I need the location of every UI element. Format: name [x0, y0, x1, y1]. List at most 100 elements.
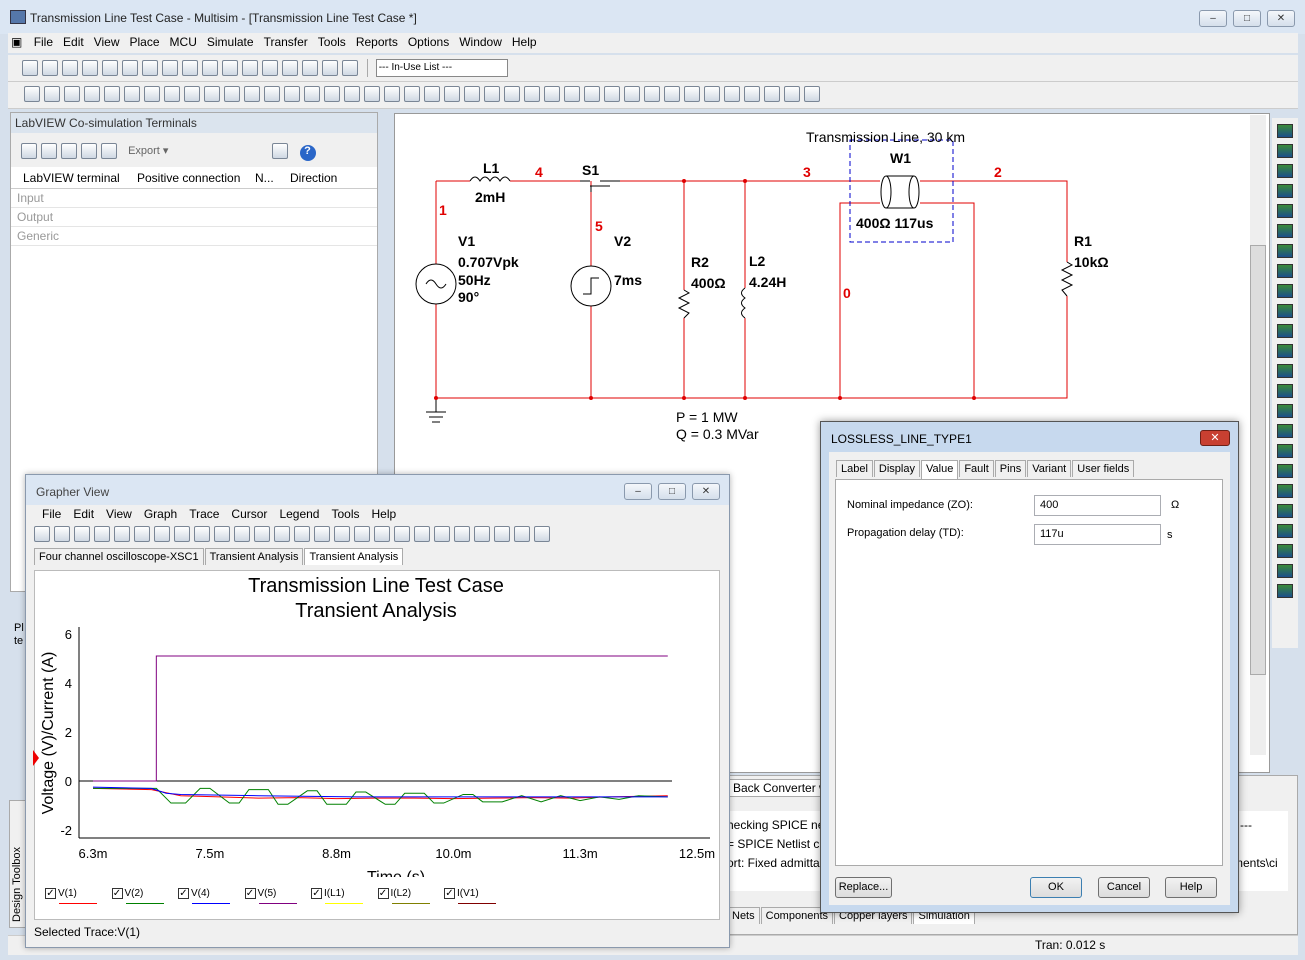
save-icon[interactable] [82, 60, 98, 76]
toolbar-icon[interactable] [664, 86, 680, 102]
toolbar-icon[interactable] [514, 526, 530, 542]
component-wizard-icon[interactable] [342, 60, 358, 76]
instrument-icon[interactable] [1277, 484, 1293, 498]
toolbar-icon[interactable] [684, 86, 700, 102]
toolbar-icon[interactable] [534, 526, 550, 542]
instrument-icon[interactable] [1277, 584, 1293, 598]
legend-checkbox[interactable]: ✓ [111, 888, 123, 899]
tab-label[interactable]: Label [836, 460, 873, 477]
toolbar-icon[interactable] [434, 526, 450, 542]
toolbar-icon[interactable] [424, 86, 440, 102]
toolbar-icon[interactable] [724, 86, 740, 102]
toolbar-icon[interactable] [84, 86, 100, 102]
toolbar-icon[interactable] [164, 86, 180, 102]
print-icon[interactable] [102, 60, 118, 76]
toolbar-icon[interactable] [304, 86, 320, 102]
instrument-icon[interactable] [1277, 204, 1293, 218]
toolbar-icon[interactable] [154, 526, 170, 542]
instrument-icon[interactable] [1277, 364, 1293, 378]
row-output[interactable]: Output [11, 208, 377, 227]
gmenu-legend[interactable]: Legend [273, 505, 325, 523]
open-icon[interactable] [42, 60, 58, 76]
toolbar-icon[interactable] [44, 86, 60, 102]
minimize-button[interactable]: – [1199, 10, 1227, 27]
menu-edit[interactable]: Edit [58, 33, 89, 51]
toolbar-icon[interactable] [314, 526, 330, 542]
gmenu-cursor[interactable]: Cursor [225, 505, 273, 523]
instrument-icon[interactable] [1277, 564, 1293, 578]
toolbar-icon[interactable] [324, 86, 340, 102]
copy-icon[interactable] [162, 60, 178, 76]
new-icon[interactable] [22, 60, 38, 76]
toolbar-icon[interactable] [204, 86, 220, 102]
col-labview-terminal[interactable]: LabVIEW terminal [11, 167, 131, 188]
toolbar-icon[interactable] [394, 526, 410, 542]
database-icon[interactable] [322, 60, 338, 76]
gmenu-help[interactable]: Help [366, 505, 403, 523]
toolbar-icon[interactable] [284, 86, 300, 102]
toolbar-icon[interactable] [564, 86, 580, 102]
toolbar-icon[interactable] [384, 86, 400, 102]
col-direction[interactable]: Direction [284, 167, 337, 188]
instrument-icon[interactable] [1277, 424, 1293, 438]
tab-pins[interactable]: Pins [994, 460, 1027, 477]
toolbar-icon[interactable] [504, 86, 520, 102]
toolbar-icon[interactable] [194, 526, 210, 542]
legend-checkbox[interactable]: ✓ [244, 888, 256, 899]
help-button[interactable]: Help [1165, 877, 1217, 898]
cut-icon[interactable] [142, 60, 158, 76]
toolbar-icon[interactable] [64, 86, 80, 102]
instrument-icon[interactable] [1277, 524, 1293, 538]
export-button[interactable]: Export [128, 145, 160, 157]
toolbar-icon[interactable] [224, 86, 240, 102]
instrument-icon[interactable] [1277, 464, 1293, 478]
toolbar-icon[interactable] [644, 86, 660, 102]
toolbar-icon[interactable] [264, 86, 280, 102]
delay-input[interactable]: 117u [1034, 524, 1161, 545]
toolbar-icon[interactable] [114, 526, 130, 542]
instrument-icon[interactable] [1277, 124, 1293, 138]
instrument-icon[interactable] [1277, 344, 1293, 358]
spreadsheet-tab[interactable]: Back Converter w [729, 779, 832, 797]
menu-tools[interactable]: Tools [313, 33, 351, 51]
maximize-button[interactable]: □ [1233, 10, 1261, 27]
toolbar-icon[interactable] [584, 86, 600, 102]
postprocessor-icon[interactable] [302, 60, 318, 76]
col-n[interactable]: N... [249, 167, 284, 188]
toolbar-icon[interactable] [524, 86, 540, 102]
row-generic[interactable]: Generic [11, 227, 377, 246]
instrument-icon[interactable] [1277, 264, 1293, 278]
toolbar-icon[interactable] [334, 526, 350, 542]
instrument-icon[interactable] [1277, 284, 1293, 298]
legend-item[interactable]: ✓ I(V1) [444, 888, 496, 904]
legend-item[interactable]: ✓ I(L2) [377, 888, 430, 904]
toolbar-icon[interactable] [404, 86, 420, 102]
print-preview-icon[interactable] [122, 60, 138, 76]
instrument-icon[interactable] [1277, 164, 1293, 178]
grapher-close[interactable]: ✕ [692, 483, 720, 500]
gmenu-tools[interactable]: Tools [325, 505, 365, 523]
legend-item[interactable]: ✓ V(1) [45, 888, 97, 904]
menu-transfer[interactable]: Transfer [259, 33, 313, 51]
toolbar-icon[interactable] [414, 526, 430, 542]
menu-mcu[interactable]: MCU [165, 33, 202, 51]
toolbar-icon[interactable] [104, 86, 120, 102]
instrument-icon[interactable] [1277, 544, 1293, 558]
toolbar-icon[interactable] [134, 526, 150, 542]
redo-icon[interactable] [222, 60, 238, 76]
tab-user-fields[interactable]: User fields [1072, 460, 1135, 477]
gmenu-file[interactable]: File [36, 505, 67, 523]
toolbar-icon[interactable] [94, 526, 110, 542]
tab-display[interactable]: Display [873, 460, 920, 477]
gmenu-edit[interactable]: Edit [67, 505, 100, 523]
toolbar-icon[interactable] [604, 86, 620, 102]
ok-button[interactable]: OK [1030, 877, 1082, 898]
move-icon[interactable] [61, 143, 77, 159]
toolbar-icon[interactable] [484, 86, 500, 102]
toolbar-icon[interactable] [454, 526, 470, 542]
tab-nets[interactable]: Nets [727, 907, 760, 924]
instrument-icon[interactable] [1277, 224, 1293, 238]
spreadsheet-icon[interactable] [282, 60, 298, 76]
toolbar-icon[interactable] [174, 526, 190, 542]
toolbar-icon[interactable] [764, 86, 780, 102]
